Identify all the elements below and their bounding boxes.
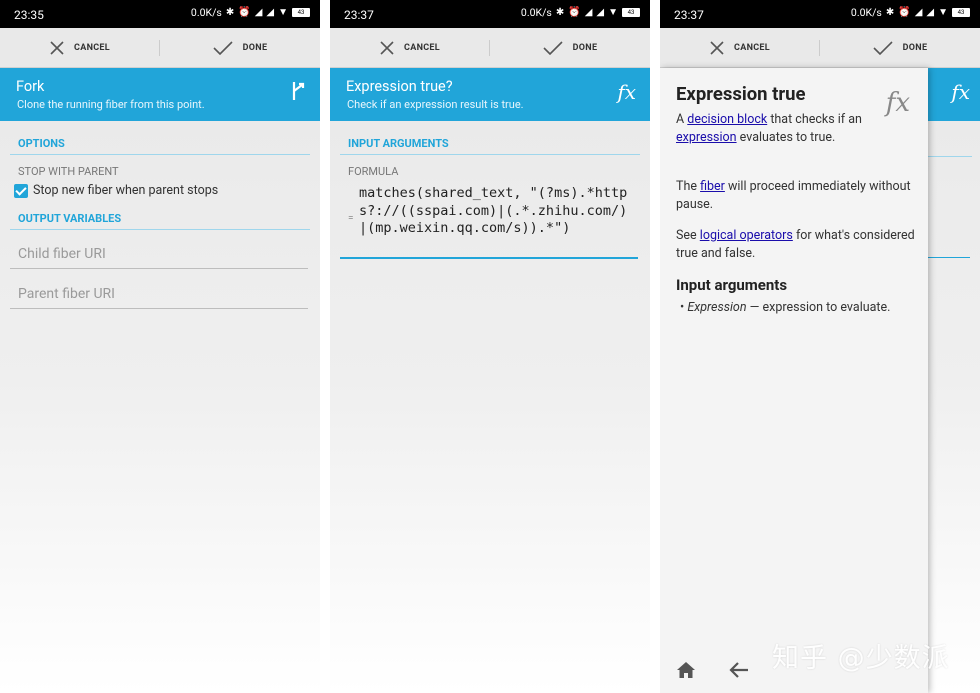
signal-icon: ◢	[254, 7, 263, 18]
done-button[interactable]: DONE	[490, 28, 650, 68]
status-time: 23:35	[14, 8, 44, 22]
stop-with-parent-checkbox-label: Stop new fiber when parent stops	[33, 183, 219, 198]
battery-icon: 43	[292, 8, 310, 17]
bluetooth-icon: ✱	[225, 7, 235, 18]
zhihu-watermark: 知乎 @少数派	[772, 643, 950, 674]
bluetooth-icon: ✱	[555, 7, 565, 18]
signal-icon: ◢	[914, 7, 923, 18]
alarm-icon: ⏰	[898, 7, 911, 18]
status-bar: 23:37 0.0K/s ✱ ⏰ ◢ ◢ ▼ 43	[660, 0, 980, 28]
back-arrow-icon[interactable]	[728, 661, 750, 679]
battery-icon: 43	[952, 8, 970, 17]
bluetooth-icon: ✱	[885, 7, 895, 18]
signal-2-icon: ◢	[266, 7, 275, 18]
action-bar: CANCEL DONE	[660, 28, 980, 68]
wifi-icon: ▼	[608, 7, 618, 18]
done-button[interactable]: DONE	[820, 28, 980, 68]
fiber-link[interactable]: fiber	[700, 179, 725, 194]
network-speed: 0.0K/s	[850, 6, 882, 19]
network-speed: 0.0K/s	[520, 6, 552, 19]
phone-screen-help: 23:37 0.0K/s ✱ ⏰ ◢ ◢ ▼ 43 CANCEL DONE fx…	[660, 0, 980, 693]
home-icon[interactable]	[676, 661, 696, 679]
status-time: 23:37	[674, 8, 704, 22]
alarm-icon: ⏰	[238, 7, 251, 18]
network-speed: 0.0K/s	[190, 6, 222, 19]
cancel-button[interactable]: CANCEL	[330, 28, 490, 68]
phone-screen-fork: 23:35 0.0K/s ✱ ⏰ ◢ ◢ ▼ 43 CANCEL DONE Fo…	[0, 0, 320, 693]
help-panel: Expression true fx A decision block that…	[660, 68, 928, 693]
options-section-header: OPTIONS	[10, 133, 310, 155]
block-header: Fork Clone the running fiber from this p…	[0, 68, 320, 121]
formula-text: matches(shared_text, "(?ms).*https?://((…	[359, 185, 628, 236]
phone-screen-expression: 23:37 0.0K/s ✱ ⏰ ◢ ◢ ▼ 43 CANCEL DONE Ex…	[330, 0, 650, 693]
logical-operators-link[interactable]: logical operators	[700, 228, 793, 243]
check-icon	[873, 41, 893, 55]
cancel-button[interactable]: CANCEL	[0, 28, 160, 68]
help-paragraph-1: A decision block that checks if an expre…	[676, 112, 862, 145]
function-icon[interactable]: fx	[617, 80, 636, 104]
close-icon	[710, 41, 724, 55]
formula-input[interactable]: = matches(shared_text, "(?ms).*https?://…	[340, 183, 638, 259]
action-bar: CANCEL DONE	[330, 28, 650, 68]
child-fiber-uri-field[interactable]: Child fiber URI	[10, 243, 308, 269]
stop-with-parent-label: STOP WITH PARENT	[18, 165, 119, 178]
parent-fiber-uri-field[interactable]: Parent fiber URI	[10, 283, 308, 309]
help-input-arguments-heading: Input arguments	[676, 276, 788, 294]
close-icon	[380, 41, 394, 55]
alarm-icon: ⏰	[568, 7, 581, 18]
block-header-partial: fx	[928, 68, 980, 121]
equals-icon: =	[348, 213, 354, 224]
done-button[interactable]: DONE	[160, 28, 320, 68]
formula-label: FORMULA	[348, 165, 399, 178]
decision-block-link[interactable]: decision block	[687, 112, 767, 127]
input-arguments-section-header: INPUT ARGUMENTS	[340, 133, 640, 155]
check-icon	[543, 41, 563, 55]
check-icon	[213, 41, 233, 55]
signal-2-icon: ◢	[596, 7, 605, 18]
output-variables-section-header: OUTPUT VARIABLES	[10, 208, 310, 230]
stop-with-parent-checkbox[interactable]	[14, 183, 28, 198]
block-subtitle: Check if an expression result is true.	[347, 98, 524, 111]
status-time: 23:37	[344, 8, 374, 22]
help-argument-item: • Expression — expression to evaluate.	[680, 300, 891, 315]
fork-icon[interactable]	[290, 80, 306, 102]
status-bar: 23:37 0.0K/s ✱ ⏰ ◢ ◢ ▼ 43	[330, 0, 650, 28]
battery-icon: 43	[622, 8, 640, 17]
action-bar: CANCEL DONE	[0, 28, 320, 68]
help-title: Expression true	[676, 83, 806, 105]
wifi-icon: ▼	[278, 7, 288, 18]
wifi-icon: ▼	[938, 7, 948, 18]
help-paragraph-3: See logical operators for what's conside…	[676, 228, 915, 261]
help-paragraph-2: The fiber will proceed immediately witho…	[676, 179, 911, 212]
block-title: Fork	[16, 78, 45, 95]
expression-link[interactable]: expression	[676, 130, 737, 145]
close-icon	[50, 41, 64, 55]
status-bar: 23:35 0.0K/s ✱ ⏰ ◢ ◢ ▼ 43	[0, 0, 320, 28]
signal-icon: ◢	[584, 7, 593, 18]
function-icon[interactable]: fx	[951, 80, 970, 104]
block-subtitle: Clone the running fiber from this point.	[17, 98, 205, 111]
cancel-button[interactable]: CANCEL	[660, 28, 820, 68]
block-header: Expression true? Check if an expression …	[330, 68, 650, 121]
block-title: Expression true?	[346, 78, 453, 95]
stop-with-parent-checkbox-row[interactable]: Stop new fiber when parent stops	[14, 183, 218, 198]
signal-2-icon: ◢	[926, 7, 935, 18]
